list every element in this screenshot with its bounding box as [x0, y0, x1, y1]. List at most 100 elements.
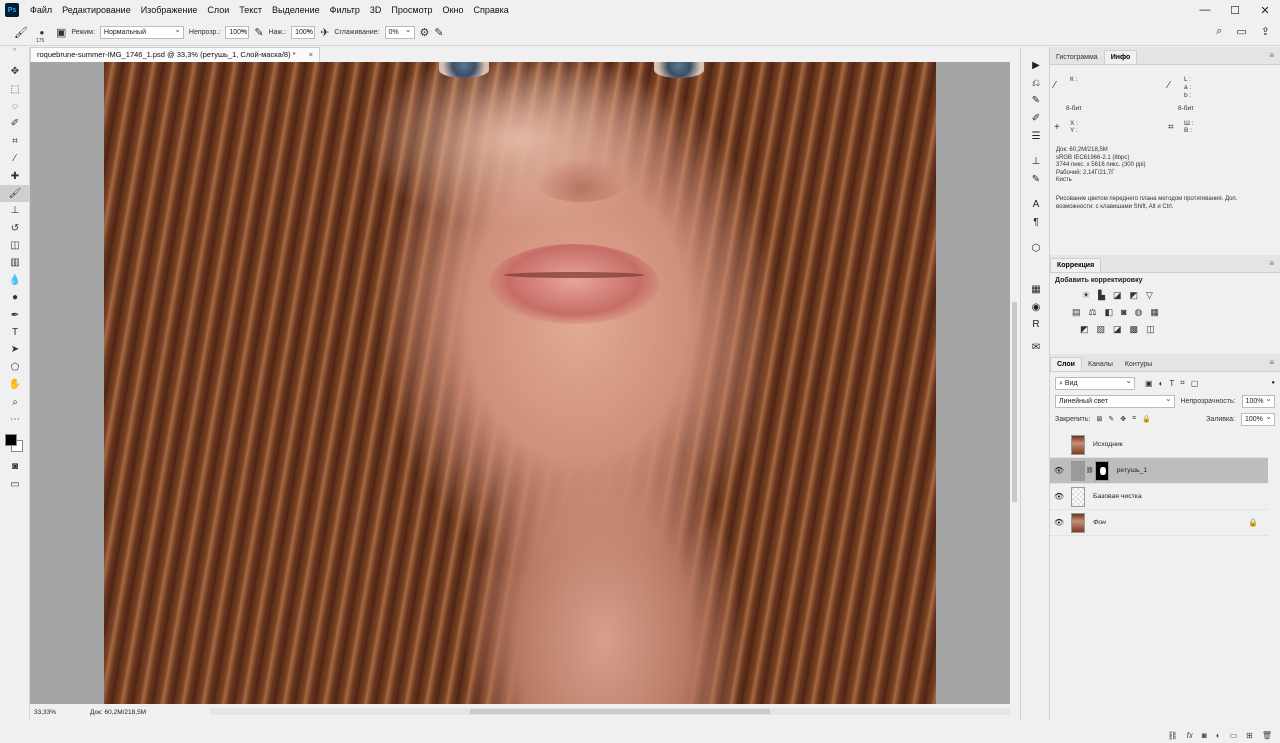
libraries-icon[interactable]: R	[1021, 316, 1051, 334]
filter-toggle-icon[interactable]: ●	[1271, 380, 1275, 386]
gear-icon[interactable]: ⚙	[420, 26, 430, 39]
clone-source-icon[interactable]: ⊥	[1021, 153, 1051, 171]
filter-pixel-icon[interactable]: ▣	[1145, 379, 1153, 388]
path-select-tool-icon[interactable]: ➤	[0, 341, 30, 358]
lock-transparent-icon[interactable]: ⊠	[1096, 415, 1102, 423]
properties-icon[interactable]: ▦	[1021, 281, 1051, 299]
panel-menu-icon[interactable]: ≡	[1269, 259, 1274, 268]
invert-icon[interactable]: ◩	[1080, 324, 1089, 335]
levels-icon[interactable]: ▙	[1098, 290, 1105, 301]
history-brush-tool-icon[interactable]: ↺	[0, 220, 30, 237]
healing-tool-icon[interactable]: ✚	[0, 167, 30, 184]
move-tool-icon[interactable]: ✥	[0, 63, 30, 80]
photo-filter-icon[interactable]: ◙	[1121, 307, 1126, 318]
link-icon[interactable]: ⛓	[1086, 467, 1094, 474]
selective-color-icon[interactable]: ◫	[1146, 324, 1155, 335]
tab-paths[interactable]: Контуры	[1119, 358, 1158, 371]
hue-saturation-icon[interactable]: ▤	[1072, 307, 1081, 318]
layer-row[interactable]: 👁 Фон 🔒	[1050, 510, 1268, 536]
vibrance-icon[interactable]: ▽	[1146, 290, 1153, 301]
color-swatches[interactable]	[0, 428, 29, 458]
layer-row[interactable]: 👁 ⛓ ретушь_1	[1050, 458, 1268, 484]
more-tools-icon[interactable]: ⋯	[0, 411, 30, 428]
play-action-icon[interactable]: ▶	[1021, 57, 1051, 75]
curves-icon[interactable]: ◪	[1113, 290, 1122, 301]
menu-view[interactable]: Просмотр	[386, 5, 437, 15]
lock-all-icon[interactable]: 🔒	[1142, 415, 1151, 423]
vertical-scrollbar[interactable]	[1010, 62, 1019, 704]
layer-opacity-input[interactable]: 100%	[1241, 393, 1275, 408]
link-layers-icon[interactable]: ⛓	[1168, 731, 1178, 740]
lasso-tool-icon[interactable]: ◌	[0, 98, 30, 115]
add-mask-icon[interactable]: ◙	[1202, 731, 1207, 740]
fx-icon[interactable]: fx	[1187, 731, 1193, 740]
workspace-icon[interactable]: ▭	[1236, 25, 1246, 38]
layer-mask-thumbnail[interactable]	[1094, 460, 1109, 481]
brush-tool-preset-icon[interactable]: 🖌	[14, 26, 28, 39]
notes-icon[interactable]: ✉	[1021, 339, 1051, 357]
menu-filter[interactable]: Фильтр	[325, 5, 365, 15]
tab-layers[interactable]: Слои	[1050, 357, 1082, 371]
zoom-level[interactable]: 33,33%	[30, 709, 70, 716]
menu-3d[interactable]: 3D	[365, 5, 387, 15]
adjust-sliders-icon[interactable]: ☰	[1021, 127, 1051, 145]
flow-input[interactable]: 100%	[291, 24, 316, 39]
3d-icon[interactable]: ⬡	[1021, 239, 1051, 257]
menu-type[interactable]: Текст	[234, 5, 267, 15]
opacity-input[interactable]: 100%	[225, 24, 250, 39]
brush-settings-icon[interactable]: ▣	[56, 26, 66, 39]
horizontal-scrollbar[interactable]	[210, 708, 1010, 715]
menu-image[interactable]: Изображение	[136, 5, 203, 15]
filter-shape-icon[interactable]: ⌗	[1180, 378, 1185, 388]
smoothing-input[interactable]: 0%	[384, 24, 415, 39]
gradient-tool-icon[interactable]: ▥	[0, 254, 30, 271]
color-balance-icon[interactable]: ⚖	[1089, 307, 1097, 318]
minimize-button[interactable]: —	[1190, 0, 1220, 20]
tab-channels[interactable]: Каналы	[1082, 358, 1119, 371]
layer-row[interactable]: 👁 Базовая чистка	[1050, 484, 1268, 510]
menu-help[interactable]: Справка	[468, 5, 513, 15]
quick-select-tool-icon[interactable]: ✐	[0, 115, 30, 132]
eraser-tool-icon[interactable]: ◫	[0, 237, 30, 254]
maximize-button[interactable]: ☐	[1220, 0, 1250, 20]
lock-artboard-icon[interactable]: ⌗	[1132, 415, 1136, 423]
pressure-size-icon[interactable]: ✎	[434, 26, 443, 39]
filter-smart-icon[interactable]: ▢	[1191, 379, 1199, 388]
brush-settings-panel-icon[interactable]: ✎	[1021, 171, 1051, 189]
portrait-photo[interactable]	[104, 62, 936, 704]
doc-size[interactable]: Док: 60,2M/218,5M	[70, 709, 200, 716]
close-window-button[interactable]: ✕	[1250, 0, 1280, 20]
blend-mode-select[interactable]: Линейный свет	[1055, 393, 1175, 408]
crop-tool-icon[interactable]: ⌗	[0, 133, 30, 150]
close-document-icon[interactable]: ×	[309, 48, 313, 62]
eye-icon[interactable]: 👁	[1050, 492, 1068, 501]
canvas-area[interactable]	[30, 62, 1010, 704]
foreground-color-swatch[interactable]	[5, 434, 17, 447]
eyedropper-tool-icon[interactable]: ⁄	[0, 150, 30, 167]
threshold-icon[interactable]: ◪	[1113, 324, 1122, 335]
brush-tool-icon[interactable]: 🖌	[0, 184, 30, 203]
document-tab[interactable]: roquebrune-summer-IMG_1746_1.psd @ 33,3%…	[30, 47, 320, 62]
menu-edit[interactable]: Редактирование	[57, 5, 136, 15]
history-icon[interactable]: ⎌	[1021, 75, 1051, 93]
tab-correction[interactable]: Коррекция	[1050, 258, 1102, 272]
vertical-scroll-thumb[interactable]	[1012, 302, 1017, 502]
tab-histogram[interactable]: Гистограмма	[1050, 51, 1104, 64]
shape-tool-icon[interactable]: ⬠	[0, 359, 30, 376]
dodge-tool-icon[interactable]: ●	[0, 289, 30, 306]
zoom-tool-icon[interactable]: ⌕	[0, 393, 30, 410]
new-adjustment-icon[interactable]: ◐	[1216, 731, 1221, 740]
eye-icon[interactable]: 👁	[1050, 518, 1068, 527]
hand-tool-icon[interactable]: ✋	[0, 376, 30, 393]
trash-icon[interactable]: 🗑	[1262, 731, 1272, 740]
share-icon[interactable]: ⇪	[1261, 25, 1270, 38]
toolbar-collapse-icon[interactable]: »	[0, 47, 29, 63]
mode-select[interactable]: Нормальный	[99, 24, 184, 39]
tool-presets-icon[interactable]: ✐	[1021, 110, 1051, 128]
lock-position-icon[interactable]: ✥	[1120, 415, 1126, 423]
blur-tool-icon[interactable]: 💧	[0, 272, 30, 289]
new-layer-icon[interactable]: ⊞	[1246, 731, 1253, 740]
lock-icon[interactable]: 🔒	[1248, 518, 1258, 527]
paragraph-icon[interactable]: ¶	[1021, 214, 1051, 232]
filter-adjustment-icon[interactable]: ◐	[1159, 379, 1164, 388]
